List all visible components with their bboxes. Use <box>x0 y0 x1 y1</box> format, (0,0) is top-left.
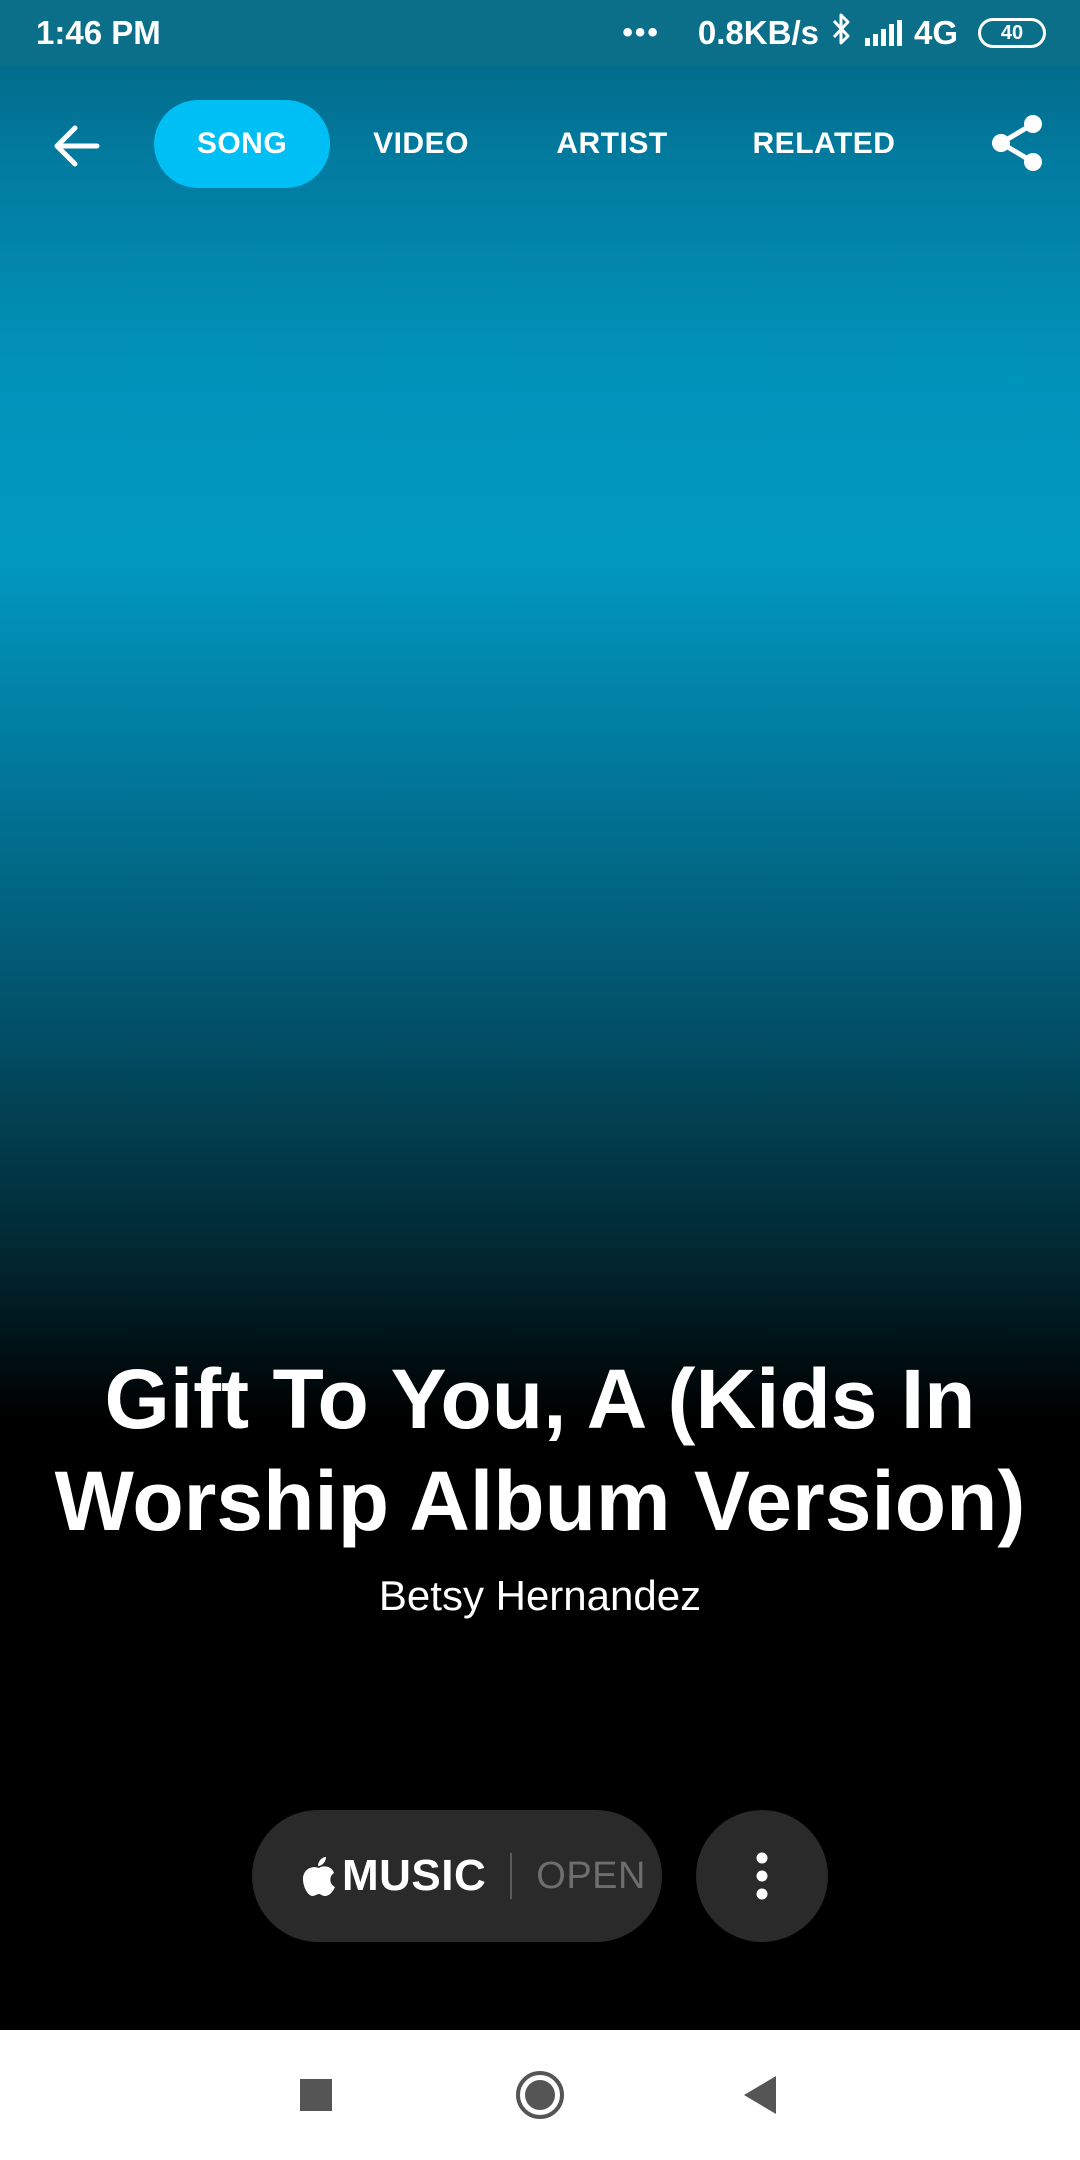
tab-related[interactable]: RELATED <box>736 100 912 188</box>
open-label: OPEN <box>536 1854 646 1897</box>
battery-icon: 40 <box>978 18 1046 48</box>
tab-related-label: RELATED <box>752 127 896 160</box>
tab-artist[interactable]: ARTIST <box>532 100 692 188</box>
signal-icon <box>864 20 902 46</box>
back-button[interactable] <box>44 114 108 178</box>
system-navigation-bar <box>0 2030 1080 2160</box>
status-time: 1:46 PM <box>36 14 161 51</box>
battery-level: 40 <box>1000 21 1024 44</box>
top-navigation: SONG VIDEO ARTIST RELATED <box>0 90 1080 200</box>
more-options-button[interactable] <box>696 1810 828 1942</box>
back-nav-button[interactable] <box>695 2030 825 2160</box>
network-speed: 0.8KB/s <box>697 14 819 51</box>
apple-music-logo: MUSIC <box>302 1851 486 1901</box>
circle-icon <box>516 2071 564 2119</box>
tab-artist-label: ARTIST <box>556 127 668 160</box>
song-title: Gift To You, A (Kids In Worship Album Ve… <box>54 1352 1026 1548</box>
home-button[interactable] <box>475 2030 605 2160</box>
apple-icon <box>303 1857 335 1896</box>
recents-button[interactable] <box>251 2030 381 2160</box>
square-icon <box>300 2079 332 2111</box>
artist-name[interactable]: Betsy Hernandez <box>0 1568 1080 1624</box>
triangle-back-icon <box>744 2076 776 2114</box>
more-vertical-icon <box>756 1852 768 1900</box>
song-screen: 1:46 PM ••• 0.8KB/s 4G 40 SONG VIDEO ART… <box>0 0 1080 2030</box>
divider <box>510 1853 513 1899</box>
arrow-left-icon <box>54 125 100 167</box>
notification-dots: ••• <box>622 16 660 49</box>
network-type: 4G <box>913 14 958 51</box>
tab-video-label: VIDEO <box>373 127 469 160</box>
status-bar: 1:46 PM ••• 0.8KB/s 4G 40 <box>0 0 1080 66</box>
music-label: MUSIC <box>342 1851 487 1900</box>
share-icon <box>992 115 1042 171</box>
tab-song[interactable]: SONG <box>154 100 330 188</box>
status-icons: ••• 0.8KB/s 4G 40 <box>622 12 1046 54</box>
tab-video[interactable]: VIDEO <box>346 100 496 188</box>
tab-song-label: SONG <box>196 127 288 160</box>
apple-music-open-button[interactable]: MUSIC OPEN <box>252 1810 662 1942</box>
bluetooth-icon <box>831 12 853 54</box>
share-button[interactable] <box>982 108 1052 178</box>
